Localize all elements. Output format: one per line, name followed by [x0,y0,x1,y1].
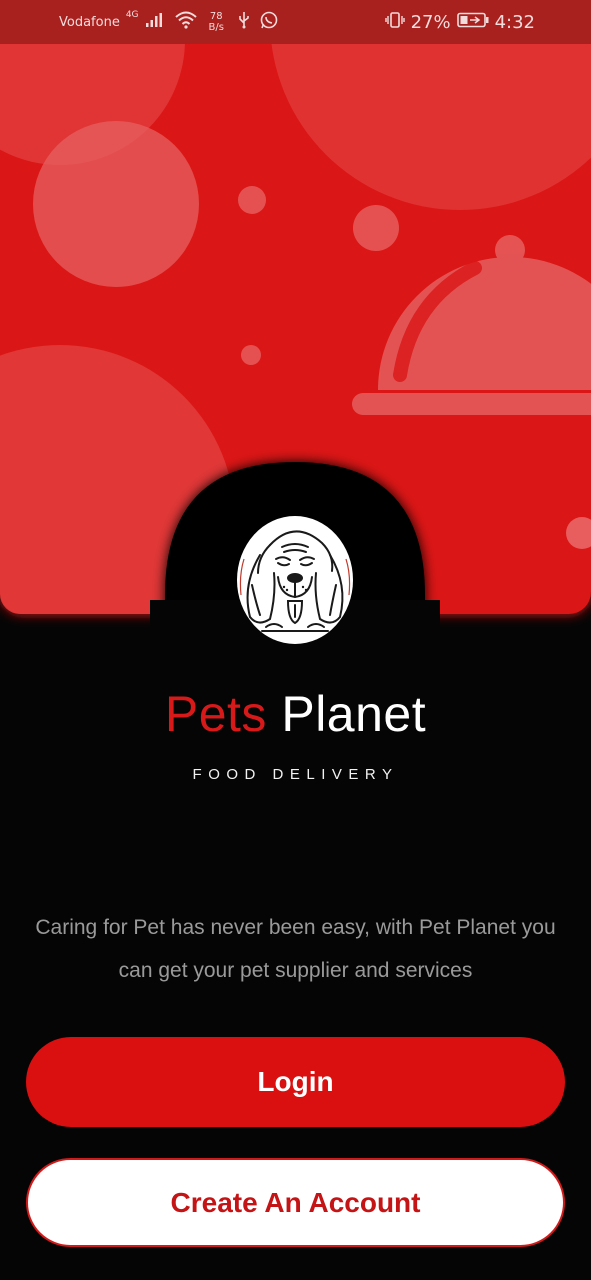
brand-name-part2: Planet [281,686,427,742]
create-account-button[interactable]: Create An Account [26,1158,565,1247]
brand-tagline: FOOD DELIVERY [192,766,399,783]
speed-value: 78 [209,11,223,22]
dog-logo-icon [236,515,354,645]
usb-icon [238,11,250,33]
intro-description: Caring for Pet has never been easy, with… [35,916,556,982]
speed-unit: B/s [208,22,224,33]
battery-percent: 27% [410,11,451,33]
status-bar: Vodafone 4G 78 B/s 27% 4:32 [0,0,591,44]
network-speed: 78 B/s [209,11,224,33]
network-type: 4G [125,10,139,20]
whatsapp-icon [260,11,278,33]
clock: 4:32 [494,11,535,33]
carrier-name: Vodafone [59,14,120,30]
vibrate-icon [384,11,405,33]
brand-title: Pets Planet [0,682,591,746]
wifi-icon [174,11,197,33]
battery-charging-icon [456,12,489,32]
brand-name-part1: Pets [164,686,267,742]
signal-icon [145,12,163,32]
login-button[interactable]: Login [26,1037,565,1127]
